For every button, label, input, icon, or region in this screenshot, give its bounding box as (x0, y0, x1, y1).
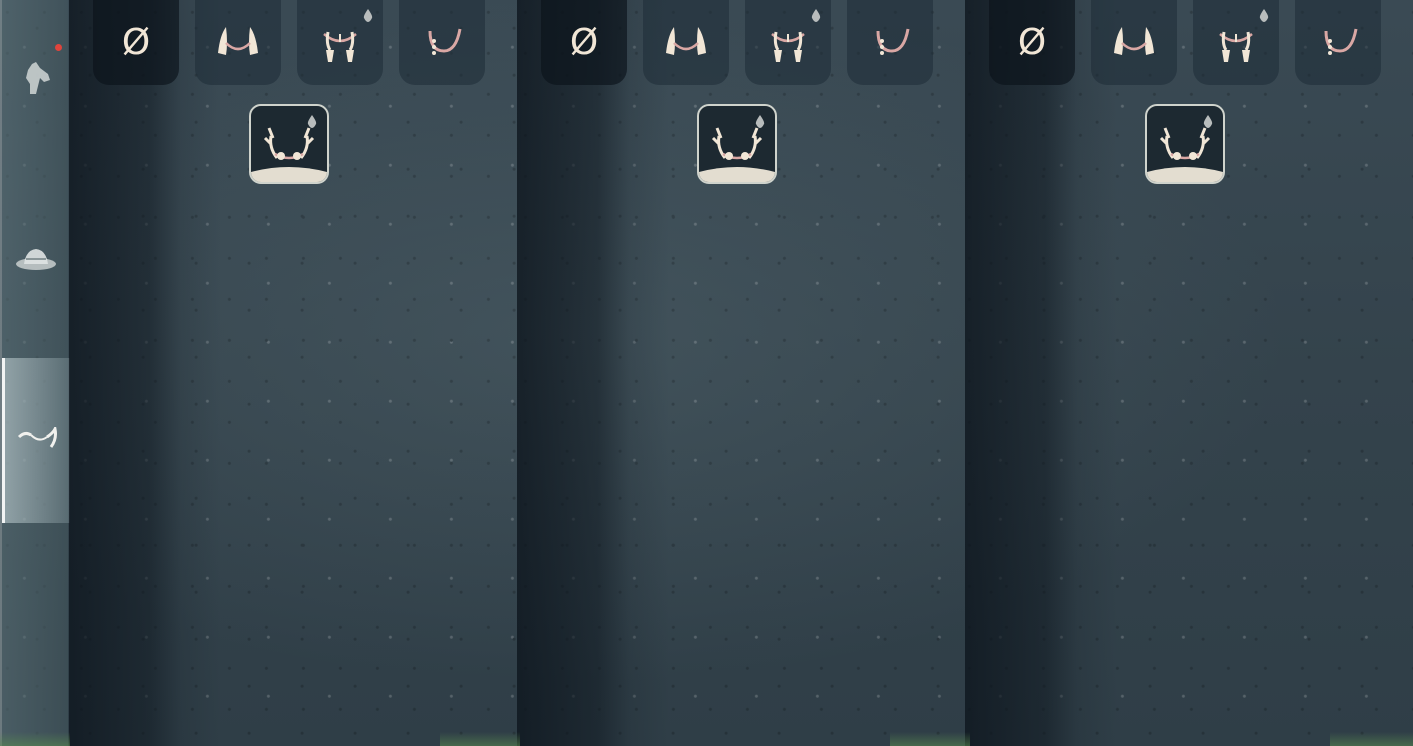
slot-hook-horn[interactable] (399, 0, 485, 85)
slot-none[interactable]: Ø (93, 0, 179, 85)
sidebar-item-horse[interactable] (2, 40, 70, 120)
none-icon: Ø (569, 22, 599, 63)
premium-drop-icon (755, 115, 765, 128)
grass-edge (0, 732, 70, 746)
item-panel-1: Ø (69, 0, 517, 746)
selected-base-decoration (251, 167, 327, 182)
none-icon: Ø (1017, 22, 1047, 63)
premium-drop-icon (1203, 115, 1213, 128)
grass-edge (1330, 732, 1413, 746)
sidebar-item-hat[interactable] (2, 225, 70, 295)
premium-drop-icon (363, 9, 373, 22)
none-icon: Ø (121, 22, 151, 63)
slot-hook-horn[interactable] (847, 0, 933, 85)
slot-tassel-horns[interactable] (745, 0, 831, 85)
selected-base-decoration (1147, 167, 1223, 182)
horns-icon (17, 426, 57, 448)
slot-hook-horn[interactable] (1295, 0, 1381, 85)
slot-tassel-horns[interactable] (297, 0, 383, 85)
selected-item-antlers[interactable] (1145, 104, 1225, 184)
tassel-horns-icon (323, 31, 357, 62)
premium-drop-icon (811, 9, 821, 22)
notification-dot (55, 44, 62, 51)
grass-edge (890, 732, 970, 746)
tusk-horns-icon (1114, 26, 1154, 55)
slot-none[interactable]: Ø (541, 0, 627, 85)
selected-item-antlers[interactable] (697, 104, 777, 184)
single-hook-horn-icon (428, 28, 462, 55)
category-sidebar (0, 0, 70, 746)
grass-edge (440, 732, 520, 746)
tassel-horns-icon (771, 31, 805, 62)
selected-base-decoration (699, 167, 775, 182)
slot-tusk-horns[interactable] (195, 0, 281, 85)
item-panel-2: Ø (517, 0, 965, 746)
premium-drop-icon (307, 115, 317, 128)
slot-tusk-horns[interactable] (1091, 0, 1177, 85)
single-hook-horn-icon (1324, 28, 1358, 55)
horse-head-icon (26, 62, 50, 94)
sidebar-item-horns[interactable] (2, 358, 70, 523)
single-hook-horn-icon (876, 28, 910, 55)
item-panel-3: Ø (965, 0, 1413, 746)
tusk-horns-icon (666, 26, 706, 55)
slot-none[interactable]: Ø (989, 0, 1075, 85)
tassel-horns-icon (1219, 31, 1253, 62)
selected-item-antlers[interactable] (249, 104, 329, 184)
premium-drop-icon (1259, 9, 1269, 22)
hat-icon (16, 249, 56, 270)
tusk-horns-icon (218, 26, 258, 55)
slot-tusk-horns[interactable] (643, 0, 729, 85)
slot-tassel-horns[interactable] (1193, 0, 1279, 85)
